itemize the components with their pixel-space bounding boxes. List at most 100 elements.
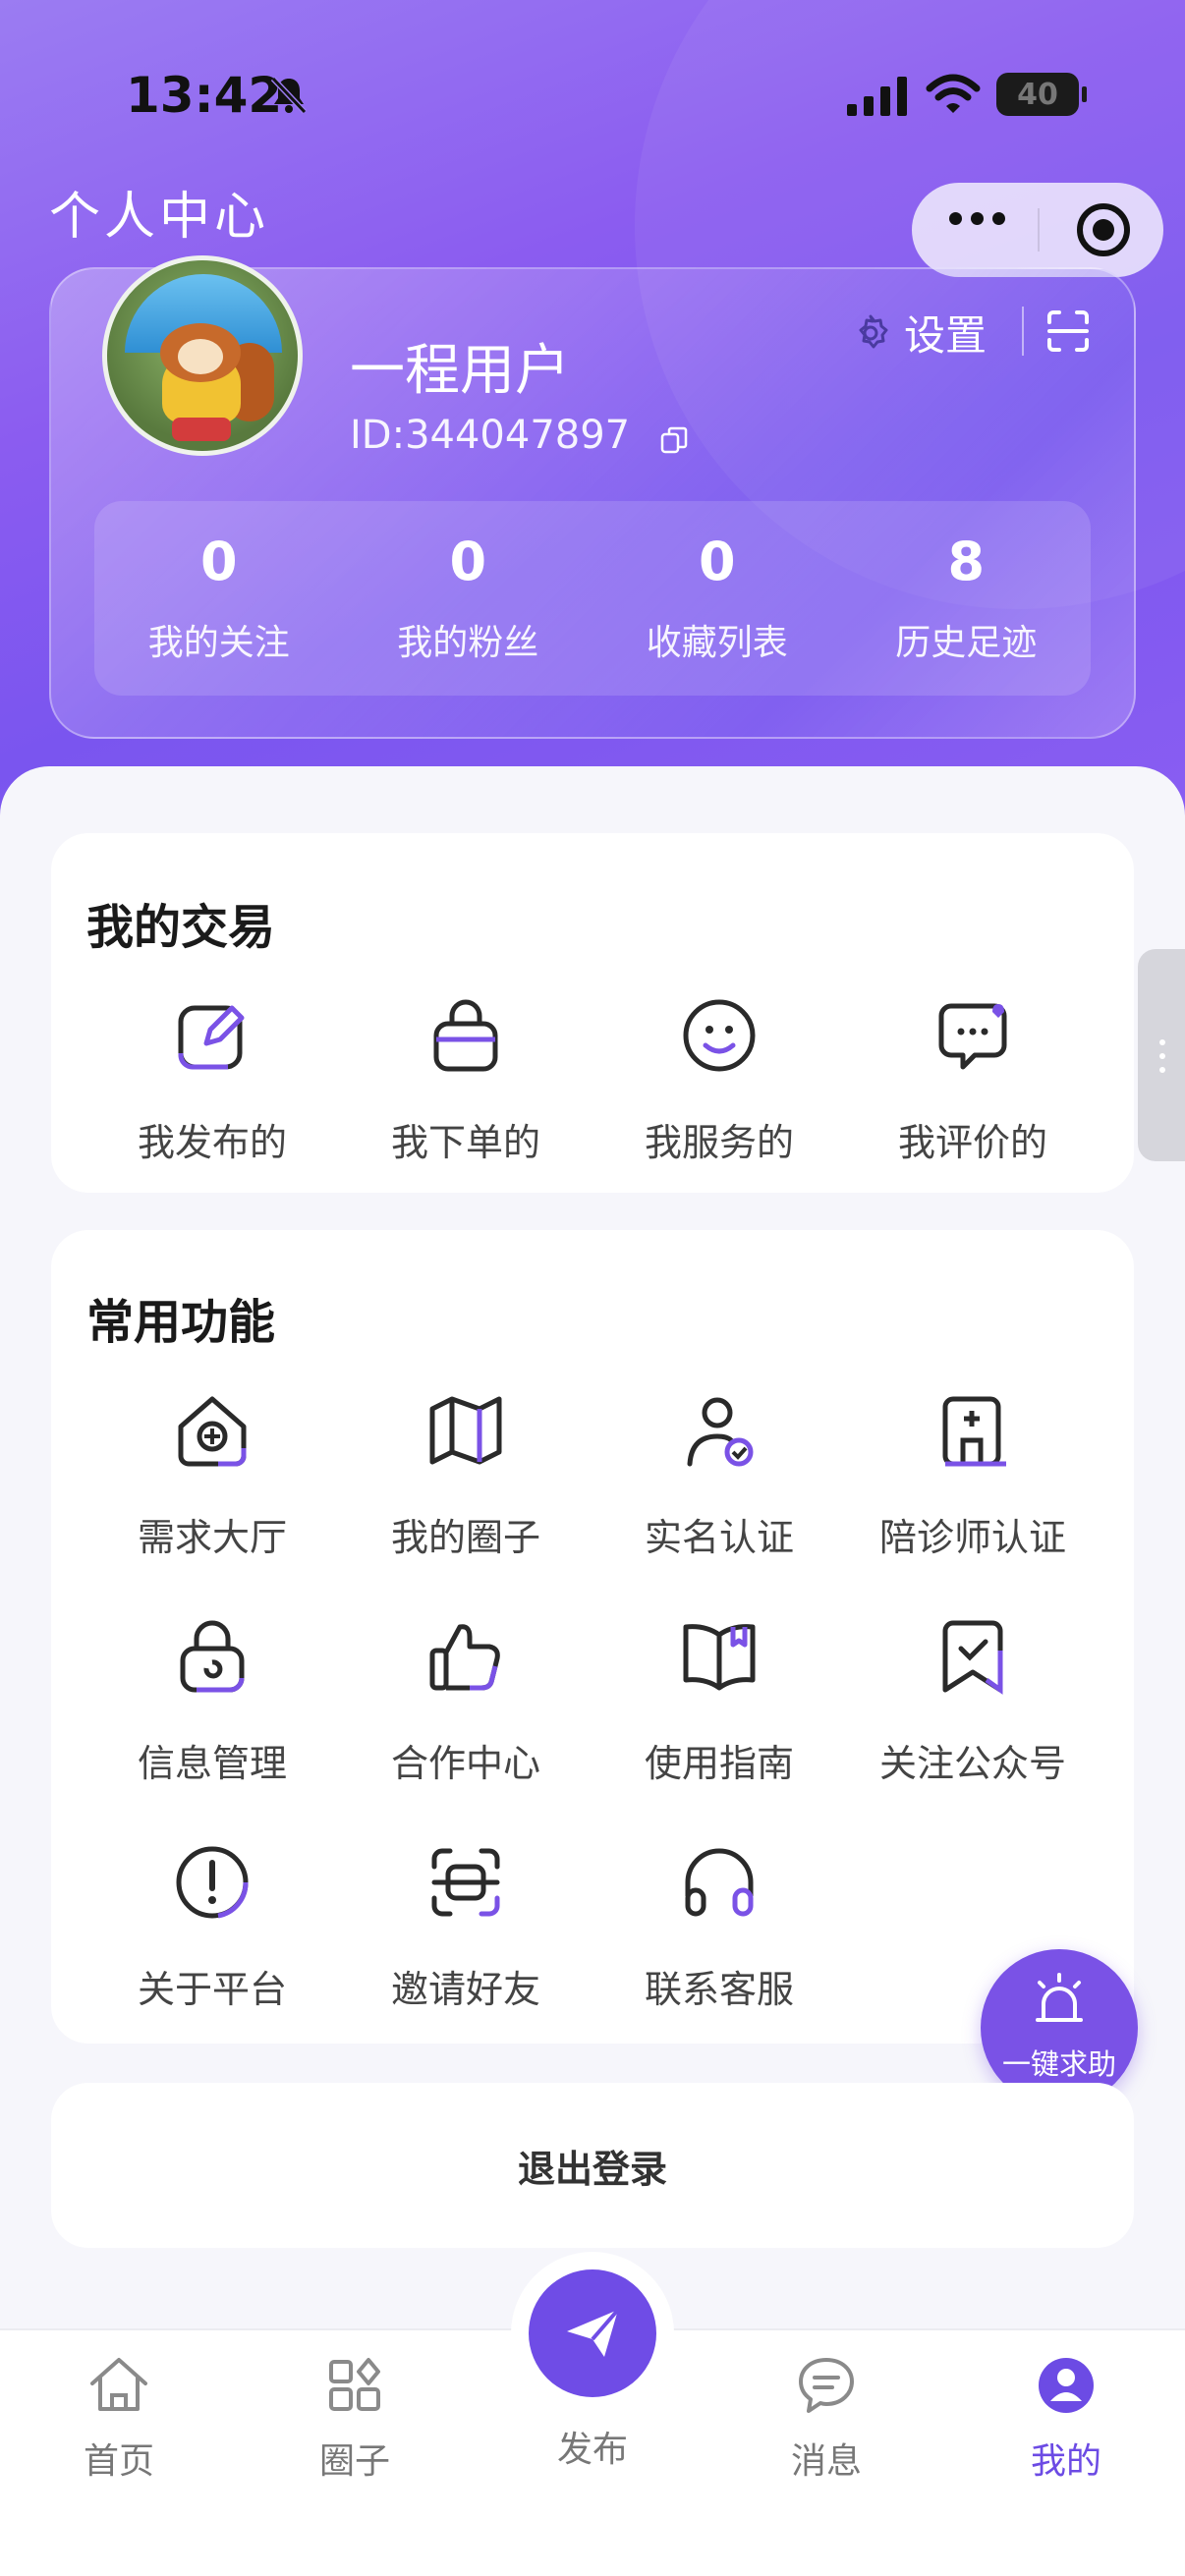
grid-item-label: 使用指南 [644,1742,794,1785]
grid-item-support[interactable]: 联系客服 [595,1837,843,2013]
grid-item-label: 需求大厅 [137,1516,287,1559]
grid-item-reviewed[interactable]: 我评价的 [849,990,1097,1166]
username: 一程用户 [350,339,570,403]
capsule-divider [1038,208,1040,252]
signal-icon [847,77,907,116]
grid-item-label: 合作中心 [390,1742,540,1785]
bag-icon [433,999,498,1072]
user-icon [1039,2358,1094,2413]
map-icon [429,1396,502,1465]
info-icon [176,1846,249,1919]
grid-item-info-manage[interactable]: 信息管理 [88,1611,336,1787]
transactions-title: 我的交易 [86,900,276,955]
book-icon [683,1624,756,1691]
bookmark-check-icon [942,1620,1003,1695]
tab-messages[interactable]: 消息 [743,2354,910,2484]
functions-card: 常用功能 需求大厅 我的圈子 实名认证 陪诊师认证 信息管理 合作中心 使用指南… [51,1230,1134,2044]
send-icon [567,2308,620,2357]
sos-label: 一键求助 [1001,2047,1116,2081]
status-time: 13:42 [126,67,283,124]
tab-label: 我的 [1030,2441,1101,2482]
headset-icon [685,1848,754,1917]
grid-item-label: 陪诊师认证 [878,1516,1066,1559]
grid-item-published[interactable]: 我发布的 [88,990,336,1166]
house-icon [178,1396,247,1467]
transactions-card: 我的交易 我发布的 我下单的 我服务的 我评价的 [51,833,1134,1193]
functions-title: 常用功能 [86,1295,276,1350]
grid-item-my-circle[interactable]: 我的圈子 [342,1385,590,1561]
scan-icon[interactable] [1045,308,1091,354]
tab-home[interactable]: 首页 [35,2354,202,2484]
mini-program-capsule [912,183,1163,277]
settings-button[interactable]: 设置 [851,303,987,363]
close-target-icon[interactable] [1077,203,1130,256]
grid-item-follow-account[interactable]: 关注公众号 [849,1611,1097,1787]
grid-item-guide[interactable]: 使用指南 [595,1611,843,1787]
home-icon [90,2358,147,2411]
stat-label: 我的粉丝 [397,623,539,663]
stat-label: 收藏列表 [646,623,788,663]
grid-item-cooperation[interactable]: 合作中心 [342,1611,590,1787]
message-icon [799,2358,854,2413]
avatar[interactable] [102,255,303,456]
tab-label: 圈子 [318,2441,390,2482]
more-icon[interactable] [949,212,1005,225]
edit-icon [178,1005,245,1070]
wifi-icon [926,74,981,113]
grid-item-invite[interactable]: 邀请好友 [342,1837,590,2013]
stat-value: 8 [947,531,986,592]
publish-button[interactable] [529,2269,656,2397]
verified-user-icon [687,1397,754,1467]
stat-following[interactable]: 0 我的关注 [94,501,344,696]
grid-item-escort-cert[interactable]: 陪诊师认证 [849,1385,1097,1561]
side-drawer-handle[interactable] [1138,949,1185,1161]
grid-icon [329,2358,380,2411]
stat-value: 0 [199,531,238,592]
user-id: ID:344047897 [350,413,631,458]
grid-item-label: 信息管理 [137,1742,287,1785]
grid-item-about[interactable]: 关于平台 [88,1837,336,2013]
alarm-icon [1036,1973,1083,2022]
avatar-boots [172,418,231,441]
logout-button[interactable]: 退出登录 [51,2083,1134,2248]
stat-label: 历史足迹 [895,623,1038,663]
grid-item-label: 关注公众号 [878,1742,1066,1785]
stat-favorites[interactable]: 0 收藏列表 [592,501,842,696]
hospital-icon [942,1396,1006,1467]
settings-label: 设置 [904,311,988,360]
battery-indicator: 40 [996,73,1087,116]
grid-item-demand-hall[interactable]: 需求大厅 [88,1385,336,1561]
tab-label: 首页 [83,2441,154,2482]
grid-item-label: 关于平台 [137,1968,287,2011]
grid-item-served[interactable]: 我服务的 [595,990,843,1166]
status-bar: 13:42 40 [0,59,1185,138]
stat-label: 我的关注 [147,623,290,663]
tab-publish-label: 发布 [556,2430,628,2470]
grid-item-ordered[interactable]: 我下单的 [342,990,590,1166]
tab-mine[interactable]: 我的 [983,2354,1150,2484]
smile-icon [683,999,756,1072]
gear-icon [859,314,888,348]
tab-label: 消息 [790,2441,862,2482]
stat-history[interactable]: 8 历史足迹 [842,501,1092,696]
grid-item-label: 我服务的 [644,1121,794,1164]
grid-item-label: 联系客服 [644,1968,794,2011]
grid-item-label: 实名认证 [644,1516,794,1559]
stat-fans[interactable]: 0 我的粉丝 [344,501,593,696]
grid-item-label: 我发布的 [137,1121,287,1164]
lock-icon [180,1620,245,1693]
copy-icon[interactable] [660,426,688,454]
grid-item-realname[interactable]: 实名认证 [595,1385,843,1561]
thumbs-up-icon [429,1624,500,1691]
profile-stats: 0 我的关注 0 我的粉丝 0 收藏列表 8 历史足迹 [94,501,1091,696]
stat-value: 0 [698,531,736,592]
page-title: 个人中心 [49,188,270,247]
avatar-face [178,339,223,374]
bell-muted-icon [270,76,308,115]
comment-icon [938,1003,1007,1070]
scan-icon [431,1848,500,1917]
grid-item-label: 我下单的 [390,1121,540,1164]
grid-item-label: 我的圈子 [390,1516,540,1559]
grid-item-label: 我评价的 [897,1121,1047,1164]
tab-circle[interactable]: 圈子 [271,2354,438,2484]
